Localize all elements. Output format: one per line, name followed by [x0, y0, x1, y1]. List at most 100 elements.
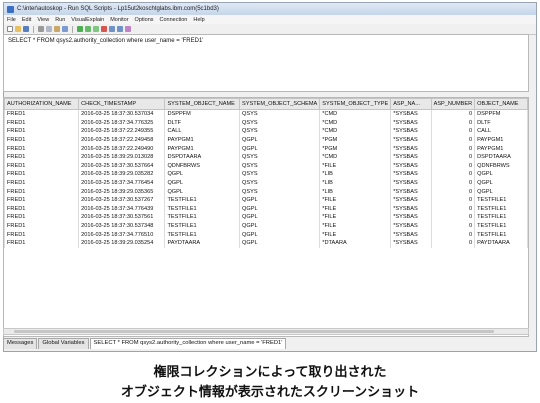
table-cell: TESTFILE1: [164, 230, 241, 239]
table-body: FRED1 2016-03-25 18:37:30.537034 DSPPFM QSY…: [4, 109, 528, 248]
table-row[interactable]: FRED1 2016-03-25 18:39:29.035365 QGPL QSYS *…: [4, 187, 528, 196]
menu-edit[interactable]: Edit: [22, 17, 31, 23]
table-row[interactable]: FRED1 2016-03-25 18:39:29.035254 PAYDTAARA…: [4, 238, 528, 248]
column-header[interactable]: SYSTEM_OBJECT_NAME: [164, 98, 241, 110]
table-row[interactable]: FRED1 2016-03-25 18:37:34.776510 TESTFILE1…: [4, 230, 528, 239]
table-cell: QGPL: [239, 238, 321, 248]
table-cell: QSYS: [239, 152, 321, 162]
next-icon[interactable]: [117, 26, 123, 32]
menu-monitor[interactable]: Monitor: [110, 17, 128, 23]
table-row[interactable]: FRED1 2016-03-25 18:37:34.776454 QGPL QSYS *…: [4, 178, 528, 188]
table-cell: FRED1: [4, 178, 80, 188]
table-row[interactable]: FRED1 2016-03-25 18:37:30.537561 TESTFILE1…: [4, 213, 528, 222]
sql-statement[interactable]: SELECT * FROM qsys2.authority_collection…: [8, 38, 203, 44]
table-cell: QSYS: [239, 109, 321, 119]
column-header[interactable]: SYSTEM_OBJECT_SCHEMA: [239, 98, 321, 110]
window-title: C:\inter\autoskop - Run SQL Scripts - Lp…: [17, 6, 219, 12]
table-row[interactable]: FRED1 2016-03-25 18:39:29.035282 QGPL QSYS *…: [4, 170, 528, 179]
column-header[interactable]: SYSTEM_OBJECT_TYPE: [319, 98, 392, 110]
menu-options[interactable]: Options: [135, 17, 154, 23]
table-cell: 2016-03-25 18:37:22.249458: [78, 135, 166, 145]
menu-run[interactable]: Run: [55, 17, 65, 23]
tab-messages[interactable]: Messages: [3, 338, 38, 349]
menu-bar: File Edit View Run VisualExplain Monitor…: [4, 15, 536, 24]
table-cell: 0: [430, 135, 476, 145]
table-cell: QSYS: [239, 127, 321, 136]
run-from-icon[interactable]: [93, 26, 99, 32]
prev-icon[interactable]: [109, 26, 115, 32]
header-row: AUTHORIZATION_NAME CHECK_TIMESTAMP SYSTEM_…: [4, 98, 528, 110]
column-header[interactable]: CHECK_TIMESTAMP: [78, 98, 166, 110]
open-icon[interactable]: [15, 26, 21, 32]
table-cell: FRED1: [4, 221, 80, 231]
table-cell: 0: [430, 187, 476, 196]
table-cell: *SYSBAS: [390, 127, 432, 136]
table-cell: 0: [430, 195, 476, 205]
table-row[interactable]: FRED1 2016-03-25 18:37:30.537034 DSPPFM QSY…: [4, 109, 528, 119]
table-cell: TESTFILE1: [474, 230, 528, 239]
table-row[interactable]: FRED1 2016-03-25 18:37:34.776439 TESTFILE1…: [4, 204, 528, 214]
table-cell: 0: [430, 161, 476, 171]
table-cell: TESTFILE1: [164, 204, 241, 214]
run-selected-icon[interactable]: [85, 26, 91, 32]
paste-icon[interactable]: [54, 26, 60, 32]
table-cell: *LIB: [319, 178, 392, 188]
table-cell: FRED1: [4, 170, 80, 179]
table-cell: PAYPGM1: [474, 144, 528, 153]
help-icon[interactable]: [125, 26, 131, 32]
table-cell: DSPDTAARA: [164, 152, 241, 162]
table-cell: QGPL: [239, 195, 321, 205]
horizontal-scrollbar[interactable]: [3, 328, 529, 335]
table-cell: DSPDTAARA: [474, 152, 528, 162]
table-cell: QGPL: [239, 204, 321, 214]
table-cell: 0: [430, 221, 476, 231]
table-cell: *CMD: [319, 127, 392, 136]
table-row[interactable]: FRED1 2016-03-25 18:37:22.249458 PAYPGM1 QG…: [4, 135, 528, 145]
table-cell: *SYSBAS: [390, 221, 432, 231]
table-row[interactable]: FRED1 2016-03-25 18:39:29.013028 DSPDTAARA…: [4, 152, 528, 162]
tab-query-result[interactable]: SELECT * FROM qsys2.authority_collection…: [89, 338, 287, 349]
table-row[interactable]: FRED1 2016-03-25 18:37:22.249355 CALL QSYS *…: [4, 127, 528, 136]
table-row[interactable]: FRED1 2016-03-25 18:37:34.776325 DLTF QSYS *…: [4, 118, 528, 128]
table-cell: DLTF: [164, 118, 241, 128]
column-header[interactable]: OBJECT_NAME: [474, 98, 528, 110]
scrollbar-thumb[interactable]: [14, 330, 494, 333]
menu-connection[interactable]: Connection: [160, 17, 188, 23]
table-row[interactable]: FRED1 2016-03-25 18:37:30.537267 TESTFILE1…: [4, 195, 528, 205]
table-cell: QGPL: [474, 170, 528, 179]
table-cell: QGPL: [164, 178, 241, 188]
new-icon[interactable]: [7, 26, 13, 32]
column-header[interactable]: AUTHORIZATION_NAME: [4, 98, 80, 110]
table-cell: FRED1: [4, 204, 80, 214]
menu-visualexplain[interactable]: VisualExplain: [71, 17, 104, 23]
table-cell: 2016-03-25 18:39:29.035254: [78, 238, 166, 248]
menu-help[interactable]: Help: [193, 17, 204, 23]
table-row[interactable]: FRED1 2016-03-25 18:37:30.537664 QDNFBRWS Q…: [4, 161, 528, 171]
table-cell: 2016-03-25 18:39:29.035282: [78, 170, 166, 179]
table-cell: QGPL: [239, 135, 321, 145]
column-header[interactable]: ASP_NA...: [390, 98, 432, 110]
table-cell: *FILE: [319, 204, 392, 214]
table-cell: *FILE: [319, 230, 392, 239]
run-all-icon[interactable]: [77, 26, 83, 32]
toolbar-divider: [72, 25, 73, 33]
table-cell: FRED1: [4, 187, 80, 196]
tab-global-variables[interactable]: Global Variables: [38, 338, 89, 349]
stop-icon[interactable]: [101, 26, 107, 32]
table-cell: QGPL: [474, 187, 528, 196]
table-cell: 0: [430, 152, 476, 162]
menu-file[interactable]: File: [7, 17, 16, 23]
table-cell: FRED1: [4, 152, 80, 162]
table-row[interactable]: FRED1 2016-03-25 18:37:22.249490 PAYPGM1 QG…: [4, 144, 528, 153]
sql-editor[interactable]: SELECT * FROM qsys2.authority_collection…: [3, 34, 529, 92]
table-cell: *LIB: [319, 170, 392, 179]
table-row[interactable]: FRED1 2016-03-25 18:37:30.537348 TESTFILE1…: [4, 221, 528, 231]
menu-view[interactable]: View: [37, 17, 49, 23]
table-cell: PAYPGM1: [474, 135, 528, 145]
column-header[interactable]: ASP_NUMBER: [430, 98, 476, 110]
save-icon[interactable]: [23, 26, 29, 32]
cut-icon[interactable]: [38, 26, 44, 32]
find-icon[interactable]: [62, 26, 68, 32]
copy-icon[interactable]: [46, 26, 52, 32]
table-cell: 2016-03-25 18:37:34.776454: [78, 178, 166, 188]
